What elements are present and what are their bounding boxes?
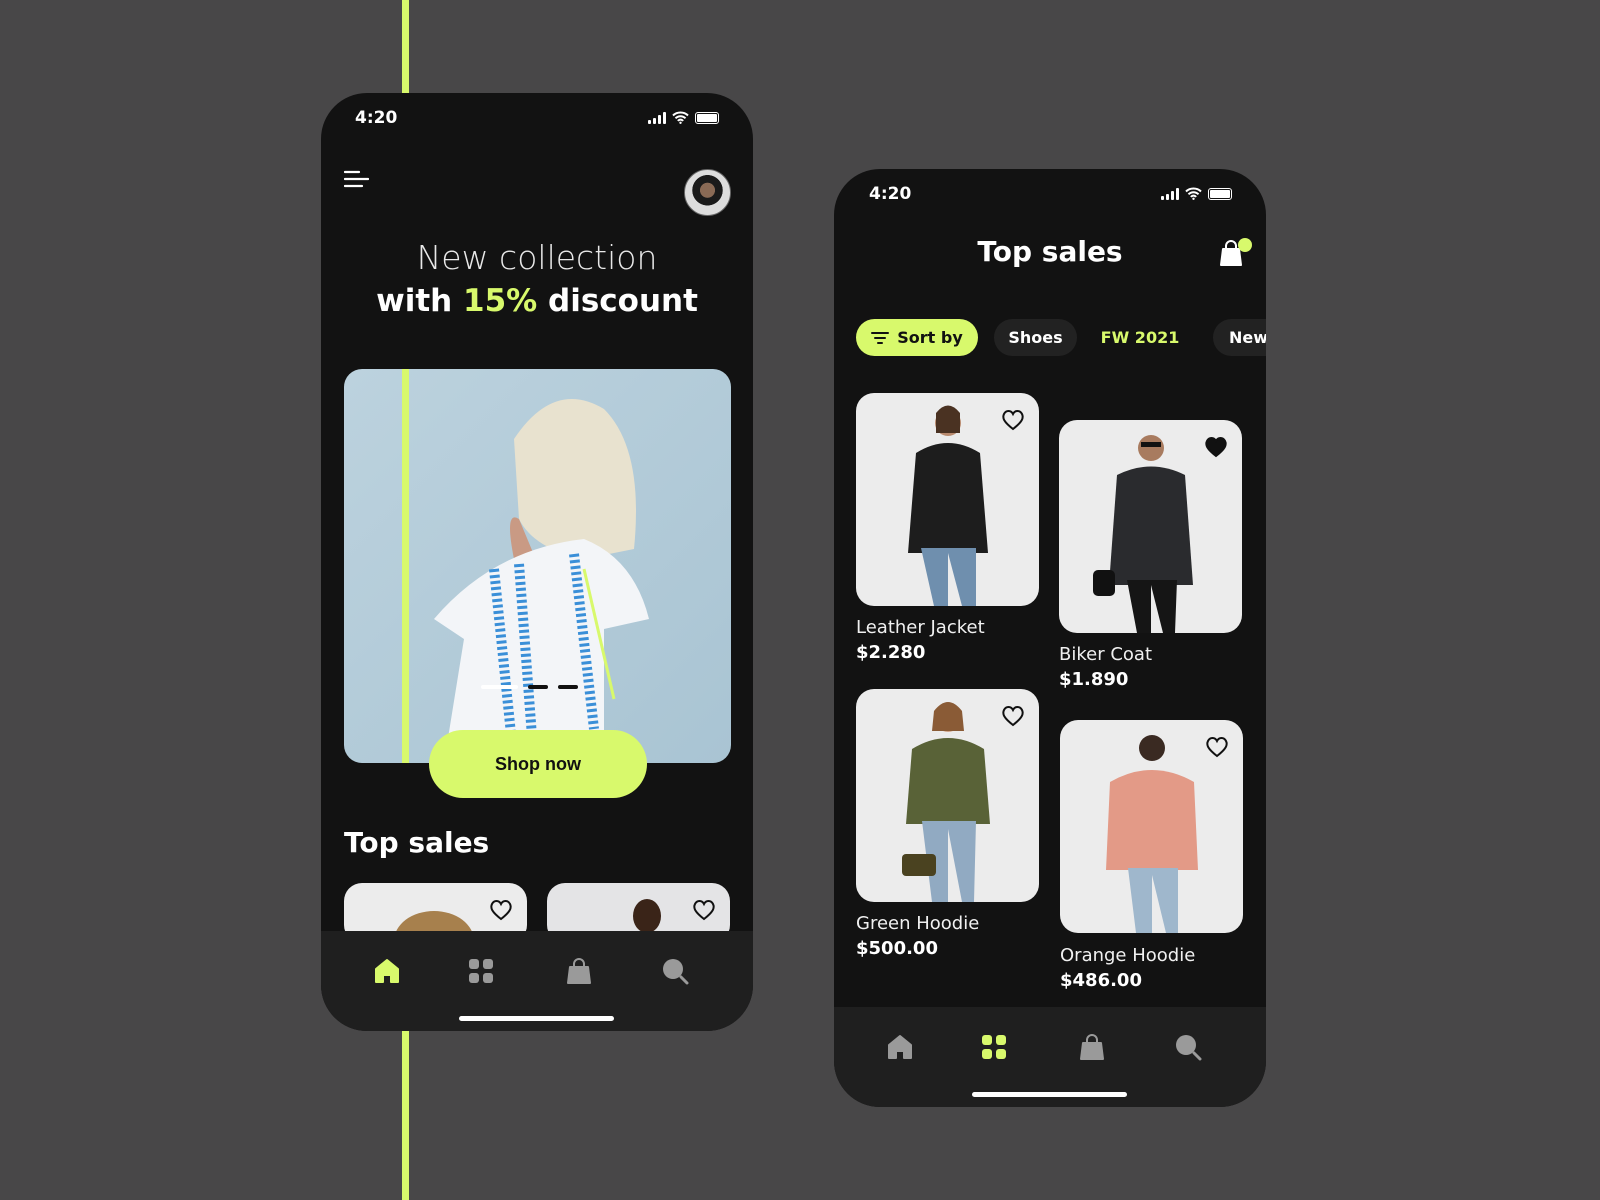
search-icon[interactable] — [661, 957, 689, 985]
status-time: 4:20 — [355, 108, 398, 128]
menu-icon[interactable] — [344, 170, 369, 188]
signal-icon — [648, 111, 666, 124]
home-indicator — [459, 1016, 614, 1021]
chip-sort-by[interactable]: Sort by — [856, 319, 978, 356]
wifi-icon — [1185, 187, 1202, 200]
heart-icon[interactable] — [1205, 736, 1229, 758]
home-icon[interactable] — [373, 957, 401, 985]
page-title: Top sales — [977, 235, 1123, 268]
status-icons — [648, 111, 719, 124]
section-title: Top sales — [344, 826, 490, 859]
product-card-biker-coat[interactable] — [1059, 420, 1242, 633]
carousel-dot-active[interactable] — [481, 685, 518, 689]
product-name[interactable]: Orange Hoodie — [1060, 945, 1195, 966]
hero-text: discount — [537, 283, 698, 319]
product-name[interactable]: Leather Jacket — [856, 617, 985, 638]
heart-icon-filled[interactable] — [1204, 436, 1228, 458]
grid-icon[interactable] — [980, 1033, 1008, 1061]
product-image — [633, 899, 661, 933]
heart-icon[interactable] — [692, 899, 716, 921]
product-price: $500.00 — [856, 938, 938, 959]
signal-icon — [1161, 187, 1179, 200]
product-price: $2.280 — [856, 642, 926, 663]
avatar[interactable] — [684, 169, 731, 216]
product-price: $1.890 — [1059, 669, 1129, 690]
bottom-nav — [321, 931, 753, 1031]
hero-title-line1: New collection — [416, 238, 658, 277]
heart-icon[interactable] — [1001, 705, 1025, 727]
carousel-dot[interactable] — [558, 685, 578, 689]
filter-icon — [871, 331, 890, 344]
wifi-icon — [672, 111, 689, 124]
product-card-leather-jacket[interactable] — [856, 393, 1039, 606]
status-time: 4:20 — [869, 184, 912, 204]
home-icon[interactable] — [886, 1033, 914, 1061]
battery-icon — [1208, 187, 1232, 200]
shop-now-button[interactable]: Shop now — [429, 730, 647, 798]
hero-banner-image[interactable] — [344, 369, 731, 763]
product-card-orange-hoodie[interactable] — [1060, 720, 1243, 933]
bag-icon[interactable] — [565, 957, 593, 985]
chip-new[interactable]: New — [1213, 319, 1266, 356]
hero-text: with — [376, 283, 464, 319]
search-icon[interactable] — [1174, 1033, 1202, 1061]
product-name[interactable]: Green Hoodie — [856, 913, 979, 934]
grid-icon[interactable] — [467, 957, 495, 985]
chip-shoes[interactable]: Shoes — [994, 319, 1077, 356]
battery-icon — [695, 111, 719, 124]
home-screen: 4:20 New collection with 15% discount Sh… — [321, 93, 753, 1031]
cart-icon[interactable] — [1220, 237, 1256, 267]
bottom-nav — [834, 1007, 1266, 1107]
chip-fw-2021[interactable]: FW 2021 — [1090, 319, 1190, 356]
hero-title-line2: with 15% discount — [321, 283, 753, 319]
home-indicator — [972, 1092, 1127, 1097]
carousel-dot[interactable] — [528, 685, 548, 689]
status-icons — [1161, 187, 1232, 200]
product-price: $486.00 — [1060, 970, 1142, 991]
discount-highlight: 15% — [463, 283, 538, 319]
chip-label: Sort by — [897, 328, 963, 347]
bag-icon[interactable] — [1078, 1033, 1106, 1061]
product-name[interactable]: Biker Coat — [1059, 644, 1152, 665]
top-sales-screen: 4:20 Top sales Sort by Shoes FW 2021 New… — [834, 169, 1266, 1107]
heart-icon[interactable] — [1001, 409, 1025, 431]
model-photo — [402, 369, 649, 763]
heart-icon[interactable] — [489, 899, 513, 921]
product-card-green-hoodie[interactable] — [856, 689, 1039, 902]
